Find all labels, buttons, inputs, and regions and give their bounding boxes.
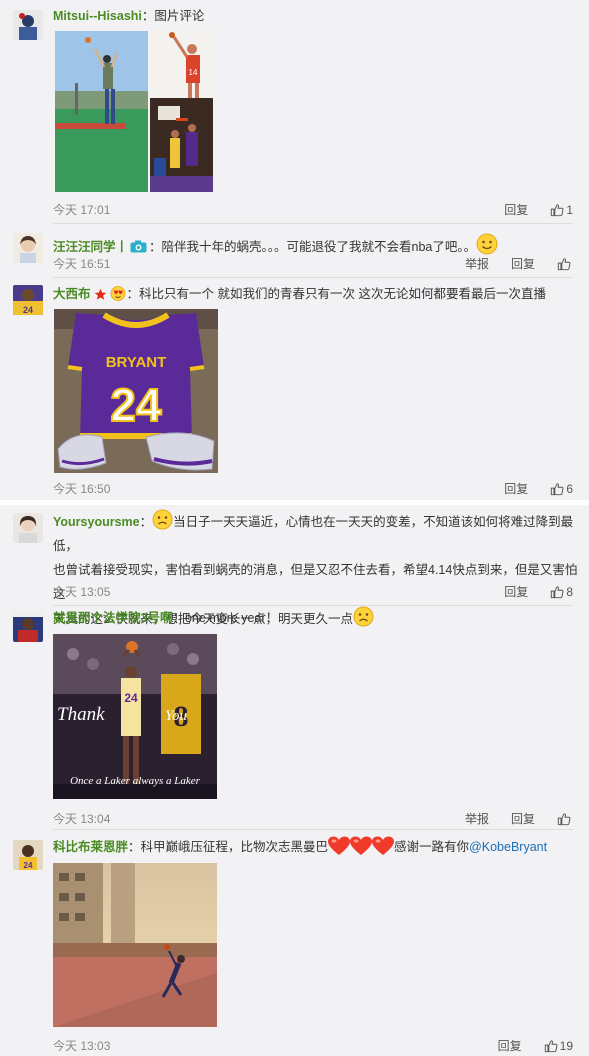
comment-item: 就是那个法学院3号啊：one more year！ 8 24 Thank You…: [0, 610, 589, 830]
reply-button[interactable]: 回复: [511, 810, 535, 827]
thumbs-up-icon: [551, 585, 564, 598]
avatar[interactable]: 24: [13, 840, 43, 870]
divider: [53, 223, 573, 224]
thumbs-up-icon: [551, 482, 564, 495]
thumbs-up-icon: [557, 257, 571, 270]
jersey-name: BRYANT: [106, 354, 167, 371]
comment-text: 图片评论: [154, 9, 205, 23]
comment-timestamp: 今天 17:01: [53, 203, 111, 217]
comment-image[interactable]: [150, 98, 213, 192]
comment-item: Yoursyoursme： 当日子一天天逼近，心情也在一天天的变差，不知道该如何将…: [0, 509, 589, 627]
comment-text: 陪伴我十年的蜗壳。。。可能退役了我就不会看nba了吧。。: [161, 240, 477, 254]
divider: [53, 605, 573, 606]
heart-emoji-icon: [350, 836, 373, 856]
divider: [53, 829, 573, 830]
comment-text: 感谢一路有你: [394, 840, 470, 854]
like-button[interactable]: 1: [550, 203, 573, 217]
thumbs-up-icon: [551, 203, 564, 216]
comment-image[interactable]: [53, 863, 217, 1027]
svg-text:14: 14: [189, 68, 198, 77]
comment-image[interactable]: BRYANT 24: [54, 309, 218, 473]
poster-jersey-number: 24: [124, 691, 138, 705]
reply-button[interactable]: 回复: [504, 201, 528, 218]
comment-item: 24 大西布 ：科比只有一个 就如我们的青春只有一次 这次无论如何都要看最后一次…: [0, 285, 589, 500]
svg-text:24: 24: [23, 305, 33, 315]
svg-text:24: 24: [24, 861, 33, 870]
reply-button[interactable]: 回复: [504, 583, 528, 600]
heart-emoji-icon: [372, 836, 395, 856]
avatar[interactable]: 24: [13, 285, 43, 315]
mention-link[interactable]: @KobeBryant: [469, 840, 547, 854]
thumbs-up-icon: [557, 812, 571, 825]
like-button[interactable]: 6: [550, 482, 573, 496]
report-button[interactable]: 举报: [465, 255, 489, 272]
like-button[interactable]: 8: [550, 585, 573, 599]
comment-image[interactable]: [55, 31, 148, 192]
avatar[interactable]: [13, 513, 43, 543]
avatar[interactable]: [13, 612, 43, 642]
divider: [53, 277, 573, 278]
comment-section-upper: Mitsui--Hisashi：图片评论 14 今天 17:01 回复 1 汪汪…: [0, 0, 589, 500]
comment-timestamp: 今天 16:50: [53, 482, 111, 496]
poster-you-text: You: [165, 708, 187, 724]
comment-timestamp: 今天 13:05: [53, 585, 111, 599]
comment-feed: Mitsui--Hisashi：图片评论 14 今天 17:01 回复 1 汪汪…: [0, 0, 589, 1056]
like-count: 1: [566, 202, 573, 217]
username[interactable]: 科比布莱恩胖: [53, 840, 128, 854]
comment-section-lower: Yoursyoursme： 当日子一天天逼近，心情也在一天天的变差，不知道该如何将…: [0, 505, 589, 1056]
username[interactable]: 就是那个法学院3号啊: [53, 611, 172, 625]
comment-text: 科甲巅峨压征程，比物次志黑曼巴: [140, 840, 329, 854]
comment-item: 24 科比布莱恩胖：科甲巅峨压征程，比物次志黑曼巴 感谢一路有你@KobeBrya…: [0, 836, 589, 1056]
like-button[interactable]: 19: [544, 1039, 573, 1053]
avatar[interactable]: [13, 10, 43, 40]
comment-timestamp: 今天 16:51: [53, 257, 111, 271]
comment-image[interactable]: 14: [150, 31, 213, 98]
username[interactable]: Mitsui--Hisashi: [53, 9, 142, 23]
comment-text: 科比只有一个 就如我们的青春只有一次 这次无论如何都要看最后一次直播: [139, 287, 546, 301]
comment-item: 汪汪汪同学丨 ：陪伴我十年的蜗壳。。。可能退役了我就不会看nba了吧。。 今天 1…: [0, 231, 589, 278]
like-count: 6: [566, 481, 573, 496]
comment-text: one more year！: [184, 611, 279, 625]
username[interactable]: 大西布: [53, 287, 91, 301]
comment-timestamp: 今天 13:04: [53, 812, 111, 826]
reply-button[interactable]: 回复: [511, 255, 535, 272]
thumbs-up-icon: [544, 1039, 558, 1052]
camera-badge-icon: [130, 240, 147, 253]
comment-image[interactable]: 8 24 Thank You Once a Laker always a Lak…: [53, 634, 217, 799]
like-button[interactable]: [557, 257, 573, 271]
username[interactable]: 汪汪汪同学丨: [53, 240, 128, 254]
sad-emoji-icon: [152, 509, 173, 530]
poster-caption: Once a Laker always a Laker: [70, 775, 201, 787]
smile-emoji-icon: [476, 233, 498, 255]
avatar[interactable]: [13, 233, 43, 263]
comment-timestamp: 今天 13:03: [53, 1039, 111, 1053]
jersey-number: 24: [110, 379, 162, 431]
heart-emoji-icon: [328, 836, 351, 856]
poster-thank-text: Thank: [57, 704, 105, 725]
like-count: 8: [566, 584, 573, 599]
report-button[interactable]: 举报: [465, 810, 489, 827]
like-button[interactable]: [557, 812, 573, 826]
love-emoji-icon: [110, 285, 126, 306]
reply-button[interactable]: 回复: [504, 480, 528, 497]
like-count: 19: [559, 1038, 573, 1053]
reply-button[interactable]: 回复: [498, 1037, 522, 1054]
username[interactable]: Yoursyoursme: [53, 515, 140, 529]
comment-item: Mitsui--Hisashi：图片评论 14 今天 17:01 回复 1: [0, 8, 589, 224]
star-badge-icon: [94, 288, 107, 306]
